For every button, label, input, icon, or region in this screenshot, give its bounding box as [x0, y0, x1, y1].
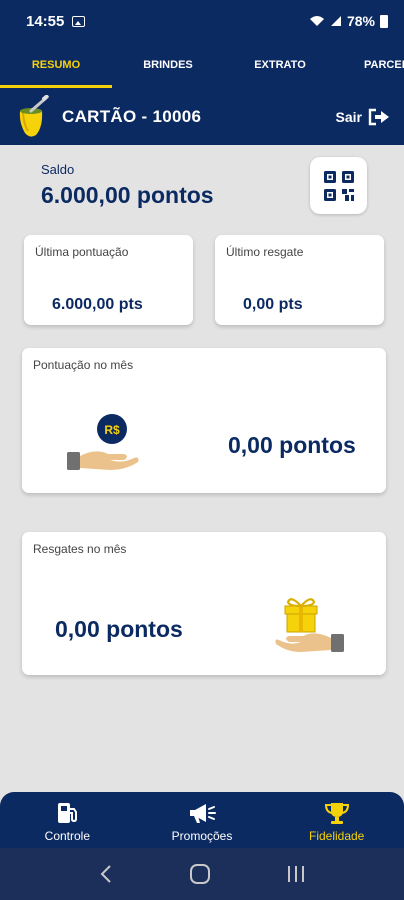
logout-label: Sair [335, 108, 362, 125]
fuel-pump-icon [58, 803, 78, 823]
nav-controle[interactable]: Controle [0, 792, 135, 848]
wifi-icon [309, 16, 324, 26]
last-redeem-value: 0,00 pts [243, 296, 303, 313]
mate-gourd-logo-icon [19, 94, 49, 137]
image-notification-icon [72, 15, 86, 27]
tab-parceiros[interactable]: PARCEIROS [336, 42, 404, 88]
battery-icon [380, 14, 388, 28]
month-score-card: Pontuação no mês R$ 0,00 pontos [22, 348, 386, 493]
battery-percent: 78% [346, 13, 375, 29]
status-bar: 14:55 78% [0, 0, 404, 42]
recents-icon[interactable] [286, 865, 306, 883]
month-redeem-label: Resgates no mês [33, 542, 127, 556]
tab-label: BRINDES [143, 59, 193, 71]
logout-icon [368, 108, 389, 125]
month-redeem-card: Resgates no mês 0,00 pontos [22, 532, 386, 675]
last-redeem-label: Último resgate [226, 245, 304, 259]
nav-fidelidade[interactable]: Fidelidade [269, 792, 404, 848]
back-icon[interactable] [98, 864, 114, 884]
status-time: 14:55 [26, 12, 65, 30]
tab-resumo[interactable]: RESUMO [0, 42, 112, 88]
tab-brindes[interactable]: BRINDES [112, 42, 224, 88]
home-icon[interactable] [189, 863, 211, 885]
card-title: CARTÃO - 10006 [62, 106, 202, 126]
trophy-icon [324, 803, 349, 824]
signal-icon [330, 16, 341, 26]
nav-label: Promoções [171, 829, 233, 843]
megaphone-icon [190, 804, 216, 823]
month-score-value: 0,00 pontos [228, 432, 356, 458]
hand-gift-icon [275, 598, 344, 652]
qr-code-icon [323, 170, 354, 201]
tab-label: EXTRATO [254, 59, 306, 71]
status-right: 78% [309, 13, 388, 29]
tab-bar: RESUMO BRINDES EXTRATO PARCEIROS [0, 42, 404, 88]
last-score-card: Última pontuação 6.000,00 pts [24, 235, 193, 325]
tab-label: RESUMO [31, 59, 81, 71]
nav-label: Fidelidade [308, 829, 365, 843]
nav-label: Controle [44, 829, 91, 843]
system-navigation-bar [0, 848, 404, 900]
last-score-label: Última pontuação [35, 245, 129, 259]
tab-extrato[interactable]: EXTRATO [224, 42, 336, 88]
tab-label: PARCEIROS [364, 59, 404, 71]
card-header: CARTÃO - 10006 Sair [0, 88, 404, 145]
qr-code-button[interactable] [310, 157, 367, 214]
logout-button[interactable]: Sair [336, 108, 390, 126]
balance-label: Saldo [41, 162, 75, 177]
balance-value: 6.000,00 pontos [41, 182, 214, 208]
last-score-value: 6.000,00 pts [52, 296, 143, 313]
currency-symbol: R$ [104, 423, 120, 437]
last-redeem-card: Último resgate 0,00 pts [215, 235, 384, 325]
month-score-label: Pontuação no mês [33, 358, 134, 372]
nav-promocoes[interactable]: Promoções [135, 792, 270, 848]
month-redeem-value: 0,00 pontos [55, 616, 183, 642]
bottom-nav: Controle Promoções Fidelidade [0, 792, 404, 848]
